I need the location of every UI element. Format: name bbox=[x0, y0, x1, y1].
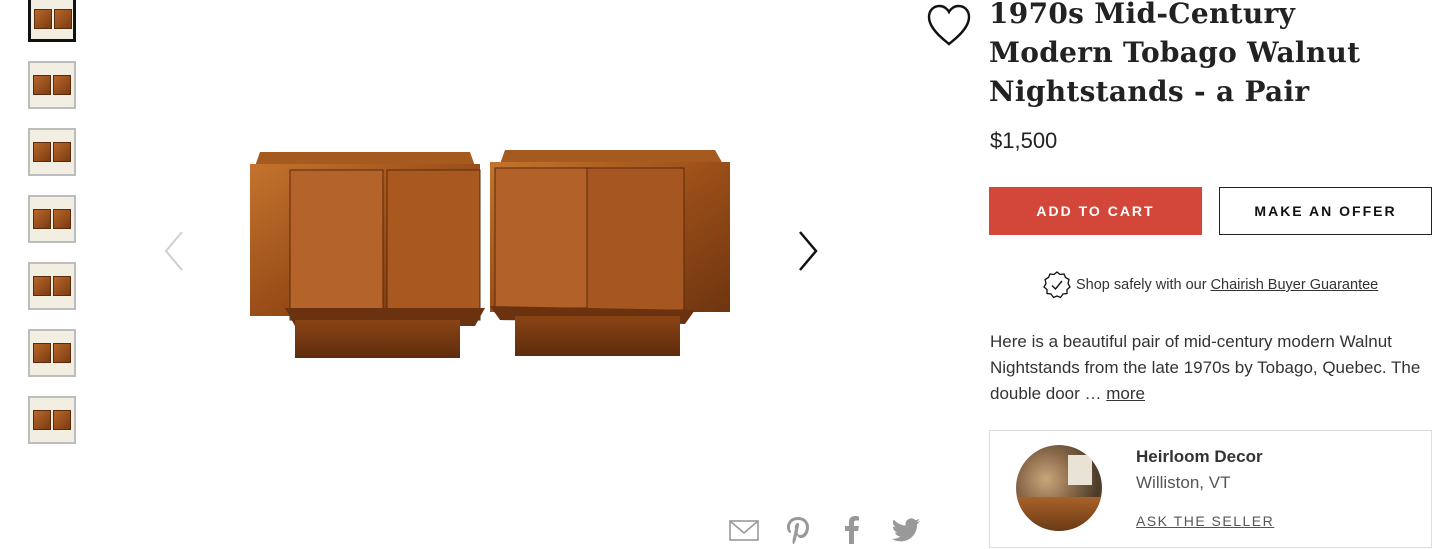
seller-card: Heirloom Decor Williston, VT ASK THE SEL… bbox=[989, 430, 1432, 548]
twitter-icon[interactable] bbox=[890, 514, 922, 546]
add-to-cart-button[interactable]: ADD TO CART bbox=[989, 187, 1202, 235]
ask-the-seller-link[interactable]: ASK THE SELLER bbox=[1136, 513, 1274, 529]
thumbnail-1[interactable] bbox=[28, 0, 76, 42]
seller-name[interactable]: Heirloom Decor bbox=[1136, 447, 1263, 467]
thumbnail-strip bbox=[28, 0, 77, 463]
thumbnail-2[interactable] bbox=[28, 61, 76, 109]
previous-image-arrow-icon[interactable] bbox=[160, 228, 190, 274]
buyer-guarantee-link[interactable]: Chairish Buyer Guarantee bbox=[1211, 277, 1379, 293]
make-an-offer-button[interactable]: MAKE AN OFFER bbox=[1219, 187, 1432, 235]
check-badge-icon bbox=[1042, 270, 1072, 300]
thumbnail-7[interactable] bbox=[28, 396, 76, 444]
next-image-arrow-icon[interactable] bbox=[792, 228, 822, 274]
share-bar bbox=[728, 514, 922, 546]
product-title: 1970s Mid-Century Modern Tobago Walnut N… bbox=[989, 0, 1361, 108]
thumbnail-3[interactable] bbox=[28, 128, 76, 176]
seller-location: Williston, VT bbox=[1136, 473, 1231, 492]
thumbnail-4[interactable] bbox=[28, 195, 76, 243]
description-text: Here is a beautiful pair of mid-century … bbox=[990, 332, 1421, 403]
email-icon[interactable] bbox=[728, 514, 760, 546]
seller-avatar[interactable] bbox=[1016, 445, 1102, 531]
product-description: Here is a beautiful pair of mid-century … bbox=[990, 329, 1430, 407]
image-viewer bbox=[150, 0, 840, 500]
product-price: $1,500 bbox=[990, 128, 1058, 153]
favorite-heart-icon[interactable] bbox=[925, 2, 973, 48]
buyer-guarantee: Shop safely with our Chairish Buyer Guar… bbox=[1042, 270, 1378, 300]
thumbnail-6[interactable] bbox=[28, 329, 76, 377]
guarantee-text: Shop safely with our bbox=[1076, 277, 1207, 293]
facebook-icon[interactable] bbox=[836, 514, 868, 546]
pinterest-icon[interactable] bbox=[782, 514, 814, 546]
product-image[interactable] bbox=[245, 140, 745, 370]
more-link[interactable]: more bbox=[1106, 384, 1145, 403]
thumbnail-5[interactable] bbox=[28, 262, 76, 310]
